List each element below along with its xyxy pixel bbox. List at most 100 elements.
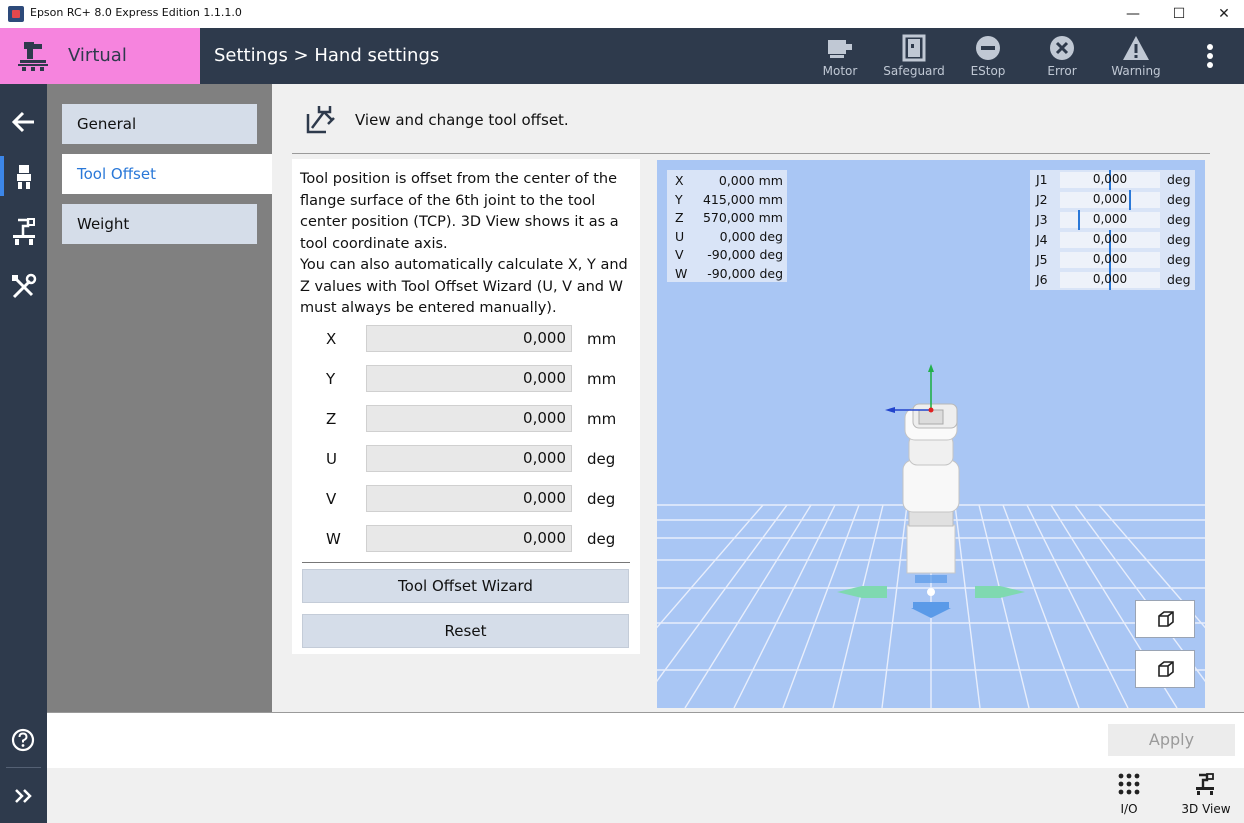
v-offset-input[interactable]: 0,000 <box>366 485 572 512</box>
nav-item-general[interactable]: General <box>62 104 257 144</box>
coord-row-v: V -90,000 deg <box>667 246 787 265</box>
coord-value: 570,000 mm <box>702 210 783 226</box>
more-menu-icon[interactable] <box>1200 42 1220 72</box>
estop-button[interactable]: EStop <box>956 34 1020 82</box>
coord-value: 0,000 deg <box>719 228 783 244</box>
joint-unit: deg <box>1167 172 1191 187</box>
field-row-x: X 0,000 mm <box>292 325 640 353</box>
joint-row-j3: J3 0,000 deg <box>1030 210 1195 230</box>
joint-row-j6: J6 0,000 deg <box>1030 270 1195 290</box>
jog-arrow-back <box>915 575 947 583</box>
coord-axis: W <box>675 266 688 281</box>
field-row-z: Z 0,000 mm <box>292 405 640 433</box>
joint-name: J2 <box>1036 192 1048 207</box>
coord-row-z: Z 570,000 mm <box>667 209 787 228</box>
u-offset-input[interactable]: 0,000 <box>366 445 572 472</box>
field-unit: mm <box>587 330 617 348</box>
help-icon <box>11 728 35 752</box>
description-text: Tool position is offset from the center … <box>300 171 628 316</box>
coord-row-w: W -90,000 deg <box>667 265 787 284</box>
rail-tools[interactable] <box>0 266 47 306</box>
field-row-v: V 0,000 deg <box>292 485 640 513</box>
joint-unit: deg <box>1167 212 1191 227</box>
field-unit: mm <box>587 410 617 428</box>
window-title: Epson RC+ 8.0 Express Edition 1.1.1.0 <box>30 6 242 19</box>
joint-angles-readout: J1 0,000 deg J2 0,000 deg J3 0,000 deg J4 0,000… <box>1030 170 1195 290</box>
field-unit: deg <box>587 490 616 508</box>
safeguard-button[interactable]: Safeguard <box>882 34 946 82</box>
field-unit: deg <box>587 450 616 468</box>
joint-name: J5 <box>1036 252 1048 267</box>
error-button[interactable]: Error <box>1030 34 1094 82</box>
z-offset-input[interactable]: 0,000 <box>366 405 572 432</box>
3d-view-button[interactable]: 3D View <box>1176 772 1236 820</box>
page-heading: View and change tool offset. <box>355 111 569 129</box>
joint-unit: deg <box>1167 232 1191 247</box>
rail-robot-config[interactable] <box>0 210 47 250</box>
back-button[interactable] <box>0 102 47 142</box>
minimize-button[interactable]: — <box>1110 0 1156 28</box>
y-offset-input[interactable]: 0,000 <box>366 365 572 392</box>
3d-view[interactable]: X 0,000 mm Y 415,000 mm Z 570,000 mm U 0,000… <box>657 160 1205 708</box>
joint-unit: deg <box>1167 272 1191 287</box>
robot-arm-icon <box>17 165 31 189</box>
field-unit: deg <box>587 530 616 548</box>
cube-outline-icon <box>1158 661 1174 677</box>
coord-row-x: X 0,000 mm <box>667 172 787 191</box>
header-bar: Virtual Settings > Hand settings Motor S… <box>0 28 1244 84</box>
tcp-target-marker <box>927 588 935 596</box>
motor-button[interactable]: Motor <box>808 34 872 82</box>
view-perspective-button[interactable] <box>1135 600 1195 638</box>
field-label: U <box>326 450 337 468</box>
io-grid-icon <box>1118 773 1140 795</box>
tool-offset-panel: Tool position is offset from the center … <box>292 159 640 654</box>
tool-offset-wizard-button[interactable]: Tool Offset Wizard <box>302 569 629 603</box>
content-area: View and change tool offset. Tool positi… <box>272 84 1244 712</box>
coord-axis: U <box>675 228 685 244</box>
bottom-toolbar: I/O 3D View <box>47 768 1244 823</box>
maximize-button[interactable]: ☐ <box>1156 0 1202 28</box>
motor-label: Motor <box>822 64 858 78</box>
warning-button[interactable]: Warning <box>1104 34 1168 82</box>
safeguard-label: Safeguard <box>883 64 945 78</box>
tool-offset-icon <box>306 106 335 134</box>
coord-value: -90,000 deg <box>707 266 783 281</box>
title-bar: Epson RC+ 8.0 Express Edition 1.1.1.0 — … <box>0 0 1244 28</box>
3d-view-label: 3D View <box>1181 802 1231 816</box>
coord-value: 0,000 mm <box>718 173 783 188</box>
jog-arrow-front-base <box>913 602 949 608</box>
field-row-u: U 0,000 deg <box>292 445 640 473</box>
w-offset-input[interactable]: 0,000 <box>366 525 572 552</box>
virtual-mode-indicator[interactable]: Virtual <box>0 28 200 84</box>
coord-row-y: Y 415,000 mm <box>667 191 787 210</box>
joint-row-j1: J1 0,000 deg <box>1030 170 1195 190</box>
apply-button[interactable]: Apply <box>1108 724 1235 756</box>
coord-value: 415,000 mm <box>702 191 783 207</box>
field-label: Y <box>326 370 336 388</box>
field-unit: mm <box>587 370 617 388</box>
3d-view-robot-icon <box>1196 773 1214 795</box>
z-axis-arrow <box>928 364 934 372</box>
joint-row-j4: J4 0,000 deg <box>1030 230 1195 250</box>
nav-item-tool-offset[interactable]: Tool Offset <box>62 154 272 194</box>
joint-row-j2: J2 0,000 deg <box>1030 190 1195 210</box>
settings-nav: General Tool Offset Weight <box>47 84 272 712</box>
warning-label: Warning <box>1111 64 1161 78</box>
view-reset-button[interactable] <box>1135 650 1195 688</box>
help-button[interactable] <box>0 720 47 760</box>
close-button[interactable]: ✕ <box>1201 0 1244 28</box>
reset-button[interactable]: Reset <box>302 614 629 648</box>
rail-robot-settings[interactable] <box>0 156 47 196</box>
nav-item-weight[interactable]: Weight <box>62 204 257 244</box>
io-button[interactable]: I/O <box>1099 772 1159 820</box>
x-offset-input[interactable]: 0,000 <box>366 325 572 352</box>
joint-name: J1 <box>1036 172 1048 187</box>
joint-unit: deg <box>1167 192 1191 207</box>
joint-value: 0,000 <box>1092 172 1128 186</box>
panel-divider <box>302 562 630 563</box>
safeguard-door-icon <box>902 34 926 62</box>
rail-divider <box>6 767 41 768</box>
x-axis-arrow <box>885 407 895 413</box>
joint-unit: deg <box>1167 252 1191 267</box>
expand-rail-button[interactable] <box>0 776 47 816</box>
